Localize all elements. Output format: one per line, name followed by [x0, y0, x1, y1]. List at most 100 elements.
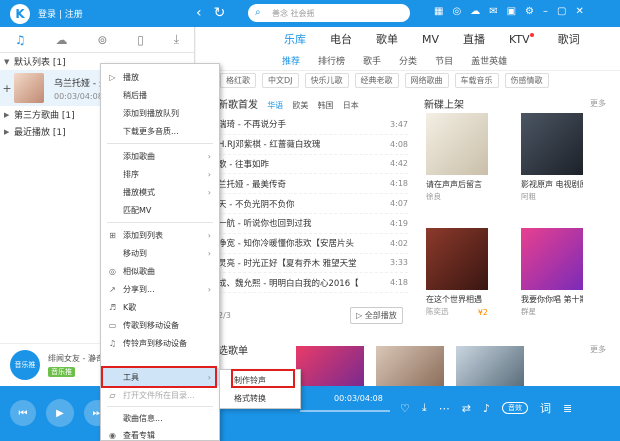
- tag-chip[interactable]: 经典老歌: [354, 72, 399, 88]
- playback-time: 00:03/04:08: [334, 394, 383, 403]
- game-icon[interactable]: ◎: [452, 6, 461, 17]
- close-icon[interactable]: ✕: [575, 6, 583, 17]
- skin-icon[interactable]: ▦: [434, 6, 443, 17]
- more-link[interactable]: 更多: [590, 344, 606, 355]
- menu-item-add-to-list[interactable]: ⊞ 添加到列表 ›: [101, 226, 219, 244]
- menu-item-add-song[interactable]: 添加歌曲 ›: [101, 147, 219, 165]
- cloud-tab-icon[interactable]: ☁: [56, 33, 68, 47]
- sound-effect-button[interactable]: 音效: [502, 402, 528, 414]
- playlist-cover[interactable]: [456, 346, 524, 386]
- filter-korean[interactable]: 韩国: [318, 101, 334, 110]
- play-button[interactable]: ▶: [46, 399, 74, 427]
- search-input[interactable]: ⌕ 善念 社会摇: [248, 4, 410, 22]
- shirt-icon[interactable]: ▣: [507, 6, 516, 17]
- maximize-icon[interactable]: ▢: [557, 6, 566, 17]
- submenu-item-format-convert[interactable]: 格式转换: [220, 390, 300, 407]
- album-card[interactable]: 我要你你唱 第十期 群星: [521, 228, 583, 317]
- menu-item-play-later[interactable]: 稍后播: [101, 86, 219, 104]
- album-card[interactable]: 在这个世界相遇 陈奕迅 ¥2: [426, 228, 488, 317]
- playlist-cover[interactable]: [296, 346, 364, 386]
- tag-chip[interactable]: 伤感情歌: [504, 72, 549, 88]
- tab-ktv[interactable]: KTV: [509, 32, 534, 46]
- menu-item-sort[interactable]: 排序 ›: [101, 165, 219, 183]
- subtab-charts[interactable]: 排行榜: [318, 54, 345, 67]
- refresh-icon[interactable]: ↻: [214, 5, 226, 21]
- tag-chip[interactable]: 中文DJ: [262, 72, 299, 88]
- tab-live[interactable]: 直播: [463, 31, 485, 47]
- list-item[interactable]: 灵亮 - 时光正好【夏有乔木 雅望天堂 3:33: [218, 254, 408, 274]
- menu-item-move-to[interactable]: 移动到 ›: [101, 244, 219, 262]
- subtab-heroes[interactable]: 盖世英雄: [471, 54, 507, 67]
- menu-item-send-device[interactable]: ▭ 传歌到移动设备: [101, 316, 219, 334]
- album-artist: 徐良: [426, 192, 441, 201]
- play-all-button[interactable]: ▷ 全部播放: [350, 307, 403, 324]
- login-link[interactable]: 登录 | 注册: [38, 7, 83, 20]
- minimize-icon[interactable]: –: [543, 6, 548, 17]
- menu-item-add-queue[interactable]: 添加到播放队列: [101, 104, 219, 122]
- song-name: 一航 - 听说你也回到过我: [218, 219, 312, 230]
- menu-item-view-album[interactable]: ◉ 查看专辑: [101, 426, 219, 441]
- tag-chip[interactable]: 快乐儿歌: [304, 72, 349, 88]
- filter-japanese[interactable]: 日本: [343, 101, 359, 110]
- search-placeholder: 善念 社会摇: [272, 8, 315, 18]
- tab-lyrics[interactable]: 歌词: [558, 31, 580, 47]
- menu-item-song-info[interactable]: 歌曲信息...: [101, 409, 219, 427]
- menu-item-play[interactable]: ▷ 播放: [101, 68, 219, 86]
- playlist-cover[interactable]: [376, 346, 444, 386]
- back-icon[interactable]: ‹: [196, 5, 202, 21]
- heart-icon[interactable]: ♡: [400, 402, 410, 415]
- volume-icon[interactable]: ♪: [483, 402, 490, 415]
- list-item[interactable]: 瑞琦 - 不再说分手 3:47: [218, 115, 408, 135]
- playlist-icon[interactable]: ≣: [563, 402, 572, 415]
- tag-chip[interactable]: 格红歌: [220, 72, 256, 88]
- subtab-singers[interactable]: 歌手: [363, 54, 381, 67]
- list-item[interactable]: 净宽 - 知你冷暖懂你悲欢【安居片头 4:02: [218, 234, 408, 254]
- progress-bar[interactable]: [300, 410, 390, 412]
- device-icon[interactable]: ▯: [137, 33, 144, 47]
- tab-radio[interactable]: 电台: [330, 31, 352, 47]
- download-icon[interactable]: ⤓: [422, 401, 427, 415]
- menu-item-download-quality[interactable]: 下载更多音质...: [101, 122, 219, 140]
- menu-label: 传铃声到移动设备: [123, 338, 187, 348]
- more-icon[interactable]: ⋯: [439, 402, 450, 415]
- settings-icon[interactable]: ⚙: [525, 6, 534, 17]
- list-item[interactable]: 一航 - 听说你也回到过我 4:19: [218, 214, 408, 234]
- more-link[interactable]: 更多: [590, 98, 606, 109]
- cloud-icon[interactable]: ☁: [470, 6, 480, 17]
- menu-item-similar[interactable]: ◎ 相似歌曲: [101, 262, 219, 280]
- list-item[interactable]: 成、魏允熙 - 明明白白我的心2016【 4:18: [218, 273, 408, 294]
- filter-chinese[interactable]: 华语: [267, 101, 283, 110]
- list-item[interactable]: 兰托娅 - 最美传奇 4:18: [218, 174, 408, 195]
- tab-library[interactable]: 乐库: [284, 31, 306, 47]
- music-note-icon[interactable]: ♫: [15, 33, 26, 47]
- download-icon[interactable]: ⤓: [174, 32, 179, 47]
- subtab-categories[interactable]: 分类: [399, 54, 417, 67]
- album-card[interactable]: 请在声声后留言 徐良: [426, 113, 488, 202]
- menu-label: 传歌到移动设备: [123, 320, 179, 330]
- menu-item-open-folder[interactable]: ▱ 打开文件所在目录...: [101, 386, 219, 404]
- list-item[interactable]: H.RJ邓紫棋 - 红蔷薇白玫瑰 4:08: [218, 135, 408, 155]
- subtab-recommend[interactable]: 推荐: [282, 54, 300, 67]
- list-item[interactable]: 歌 - 往事如昨 4:42: [218, 155, 408, 175]
- tab-playlists[interactable]: 歌单: [376, 31, 398, 47]
- radio-icon[interactable]: ⊚: [97, 33, 107, 47]
- lyric-button[interactable]: 词: [540, 400, 551, 416]
- menu-item-karaoke[interactable]: ♬ K歌: [101, 298, 219, 316]
- plus-icon[interactable]: +: [0, 82, 14, 95]
- menu-item-send-ringtone[interactable]: ♫ 传铃声到移动设备: [101, 334, 219, 352]
- menu-item-play-mode[interactable]: 播放模式 ›: [101, 183, 219, 201]
- tag-chip[interactable]: 车载音乐: [454, 72, 499, 88]
- app-logo[interactable]: K: [10, 3, 30, 24]
- list-item[interactable]: 天 - 不负光阴不负你 4:07: [218, 194, 408, 214]
- tab-mv[interactable]: MV: [422, 33, 439, 46]
- search-icon: ⌕: [255, 7, 261, 18]
- subtab-programs[interactable]: 节目: [435, 54, 453, 67]
- album-card[interactable]: 影视原声 电视剧原声专辑 阿粗: [521, 113, 583, 202]
- menu-item-share[interactable]: ↗ 分享到... ›: [101, 280, 219, 298]
- tag-chip[interactable]: 网络歌曲: [404, 72, 449, 88]
- filter-western[interactable]: 欧美: [292, 101, 308, 110]
- repeat-icon[interactable]: ⇄: [462, 402, 471, 415]
- mail-icon[interactable]: ✉: [489, 6, 497, 17]
- prev-button[interactable]: ⏮: [10, 400, 36, 426]
- menu-item-match-mv[interactable]: 匹配MV: [101, 201, 219, 219]
